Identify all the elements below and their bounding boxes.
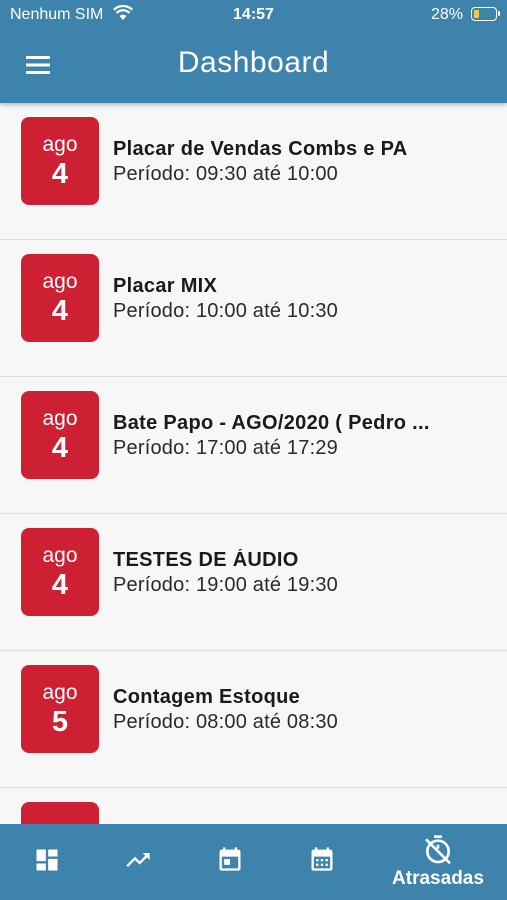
event-title: Placar MIX — [113, 275, 218, 297]
date-day: 5 — [51, 706, 69, 738]
event-title: Placar de Vendas Combs e PA — [113, 138, 408, 160]
bottom-navigation: Atrasadas — [0, 824, 507, 900]
nav-label-atrasadas: Atrasadas — [392, 868, 484, 889]
date-day: 4 — [51, 432, 69, 464]
battery-level — [474, 10, 479, 18]
event-period: Período: 17:00 até 17:29 — [113, 437, 338, 459]
date-badge — [21, 802, 99, 824]
event-title: Bate Papo - AGO/2020 ( Pedro ... — [113, 412, 430, 434]
date-month: ago — [42, 544, 78, 567]
event-period: Período: 10:00 até 10:30 — [113, 300, 338, 322]
event-row[interactable]: ago 4 Placar MIX Período: 10:00 até 10:3… — [0, 240, 507, 377]
event-row[interactable]: ago 4 Placar de Vendas Combs e PA Períod… — [0, 103, 507, 240]
date-badge: ago 4 — [21, 117, 99, 205]
nav-calendar-today[interactable] — [184, 824, 276, 900]
event-period: Período: 09:30 até 10:00 — [113, 163, 338, 185]
date-month: ago — [42, 270, 78, 293]
event-row[interactable]: ago 5 Contagem Estoque Período: 08:00 at… — [0, 651, 507, 788]
event-title: TESTES DE ÁUDIO — [113, 549, 299, 571]
battery-percent: 28% — [430, 6, 463, 23]
date-month: ago — [42, 407, 78, 430]
date-badge: ago 4 — [21, 254, 99, 342]
dashboard-icon — [36, 849, 58, 871]
event-row-partial[interactable] — [0, 788, 507, 824]
calendar-month-icon — [311, 847, 333, 871]
date-month: ago — [42, 133, 78, 156]
date-day: 4 — [51, 295, 69, 327]
event-period: Período: 19:00 até 19:30 — [113, 574, 338, 596]
event-title: Contagem Estoque — [113, 686, 301, 708]
app-header: Nenhum SIM 14:57 28% Dashboard — [0, 0, 507, 103]
timer-off-icon — [425, 835, 451, 865]
event-period: Período: 08:00 até 08:30 — [113, 711, 338, 733]
nav-dashboard[interactable] — [0, 824, 92, 900]
status-bar: Nenhum SIM 14:57 28% — [0, 0, 507, 30]
calendar-today-icon — [219, 847, 241, 871]
date-day: 4 — [51, 158, 69, 190]
date-badge: ago 4 — [21, 391, 99, 479]
date-badge: ago 4 — [21, 528, 99, 616]
page-title: Dashboard — [177, 46, 330, 79]
date-month: ago — [42, 681, 78, 704]
event-list[interactable]: ago 4 Placar de Vendas Combs e PA Períod… — [0, 103, 507, 824]
nav-atrasadas[interactable]: Atrasadas — [378, 824, 498, 900]
date-badge: ago 5 — [21, 665, 99, 753]
nav-trending[interactable] — [92, 824, 184, 900]
event-row[interactable]: ago 4 Bate Papo - AGO/2020 ( Pedro ... P… — [0, 377, 507, 514]
battery-icon — [471, 7, 500, 21]
date-day: 4 — [51, 569, 69, 601]
trending-up-icon — [126, 853, 150, 867]
nav-calendar-month[interactable] — [276, 824, 368, 900]
event-row[interactable]: ago 4 TESTES DE ÁUDIO Período: 19:00 até… — [0, 514, 507, 651]
